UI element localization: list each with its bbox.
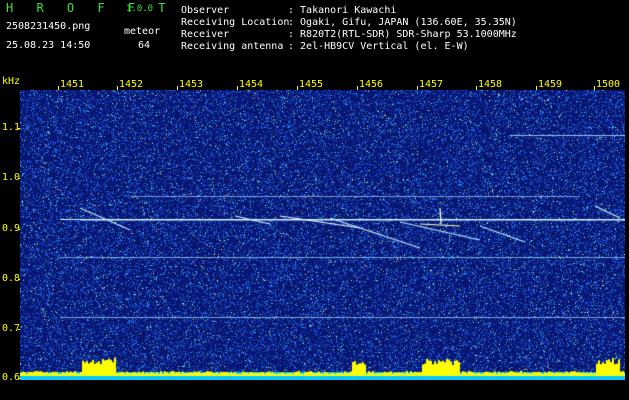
x-tick-label: 1454	[239, 79, 264, 90]
receiver-value: : R820T2(RTL-SDR) SDR-Sharp 53.1000MHz	[288, 29, 517, 40]
meteor-label: meteor	[124, 26, 161, 37]
x-tick-label: 1458	[478, 79, 503, 90]
header-panel: H R O F F T 1.0.0 2508231450.png meteor …	[0, 0, 629, 72]
antenna-value: : 2el-HB9CV Vertical (el. E-W)	[288, 41, 469, 52]
meteor-count: 64	[138, 40, 151, 51]
x-tick-label: 1451	[60, 79, 85, 90]
receiver-label: Receiver	[181, 29, 230, 40]
x-tick-label: 1457	[419, 79, 444, 90]
x-tick-label: 1456	[359, 79, 384, 90]
file-name: 2508231450.png	[6, 21, 91, 32]
x-tick-label: 1500	[596, 79, 621, 90]
observer-value: : Takanori Kawachi	[288, 5, 397, 16]
frequency-unit-label: kHz	[2, 76, 21, 87]
x-tick-label: 1459	[538, 79, 563, 90]
x-tick-label: 1455	[299, 79, 324, 90]
observer-label: Observer	[181, 5, 230, 16]
x-tick-label: 1452	[119, 79, 144, 90]
location-label: Receiving Location	[181, 17, 290, 28]
app-version: 1.0.0	[126, 4, 154, 14]
spectrogram-canvas	[20, 90, 625, 380]
x-tick-label: 1453	[179, 79, 204, 90]
antenna-label: Receiving antenna	[181, 41, 284, 52]
location-value: : Ogaki, Gifu, JAPAN (136.60E, 35.35N)	[288, 17, 517, 28]
date-time: 25.08.23 14:50	[6, 40, 91, 51]
